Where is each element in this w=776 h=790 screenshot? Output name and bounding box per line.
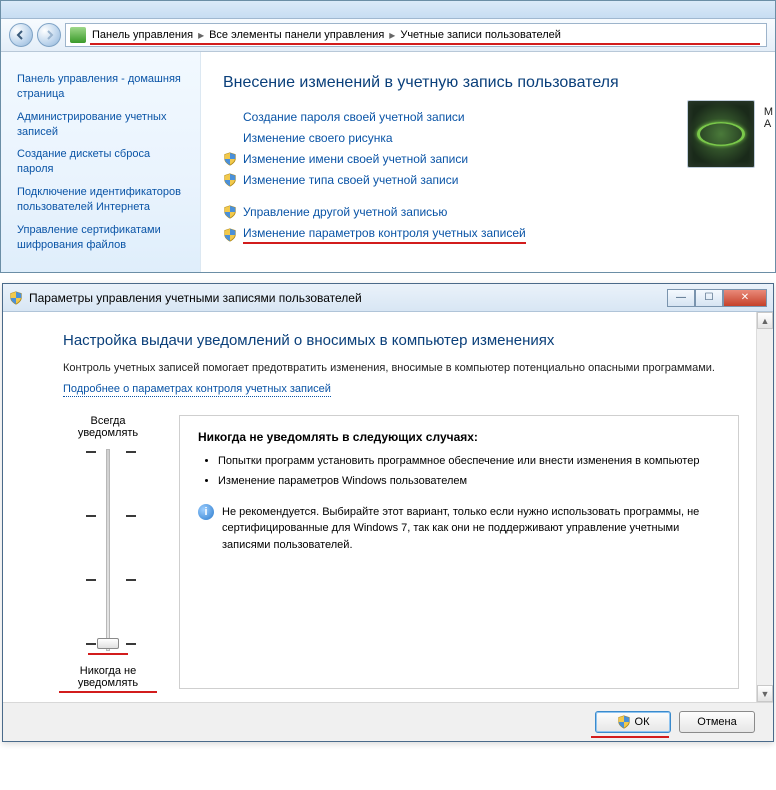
dialog-titlebar[interactable]: Параметры управления учетными записями п… bbox=[3, 284, 773, 312]
annotation-underline bbox=[90, 43, 760, 45]
chevron-right-icon: ▸ bbox=[386, 28, 398, 42]
cancel-label: Отмена bbox=[697, 716, 736, 728]
ok-button[interactable]: ОК bbox=[595, 711, 671, 733]
sidebar-link[interactable]: Администрирование учетных записей bbox=[17, 110, 188, 140]
shield-icon bbox=[223, 173, 237, 187]
breadcrumb[interactable]: Панель управления ▸ Все элементы панели … bbox=[65, 23, 767, 47]
sidebar-link[interactable]: Управление сертификатами шифрования файл… bbox=[17, 223, 188, 253]
cancel-button[interactable]: Отмена bbox=[679, 711, 755, 733]
action-link[interactable]: Изменение своего рисунка bbox=[243, 131, 393, 145]
slider-detail-box: Никогда не уведомлять в следующих случая… bbox=[179, 415, 739, 689]
sidebar: Панель управления - домашняя страница Ад… bbox=[1, 52, 201, 272]
dialog-description: Контроль учетных записей помогает предот… bbox=[63, 361, 739, 376]
ok-label: ОК bbox=[635, 716, 650, 728]
page-title: Внесение изменений в учетную запись поль… bbox=[223, 74, 753, 92]
info-icon: i bbox=[198, 504, 214, 520]
control-panel-window: Панель управления ▸ Все элементы панели … bbox=[0, 0, 776, 273]
forward-button[interactable] bbox=[37, 23, 61, 47]
action-link[interactable]: Изменение имени своей учетной записи bbox=[243, 152, 468, 166]
dialog-footer: ОК Отмена bbox=[3, 702, 773, 741]
maximize-button[interactable]: ☐ bbox=[695, 289, 723, 307]
shield-icon bbox=[223, 152, 237, 166]
nav-bar: Панель управления ▸ Все элементы панели … bbox=[1, 19, 775, 52]
chevron-right-icon: ▸ bbox=[195, 28, 207, 42]
uac-dialog: Параметры управления учетными записями п… bbox=[2, 283, 774, 742]
back-button[interactable] bbox=[9, 23, 33, 47]
action-link[interactable]: Управление другой учетной записью bbox=[243, 205, 447, 219]
dialog-title: Параметры управления учетными записями п… bbox=[29, 291, 667, 305]
scroll-up-icon[interactable]: ▲ bbox=[757, 312, 773, 329]
detail-heading: Никогда не уведомлять в следующих случая… bbox=[198, 430, 720, 444]
annotation-underline bbox=[591, 736, 669, 738]
breadcrumb-item[interactable]: Панель управления bbox=[90, 29, 195, 41]
slider-label-min: Никогда не уведомлять bbox=[63, 665, 153, 689]
action-link[interactable]: Изменение типа своей учетной записи bbox=[243, 173, 458, 187]
uac-settings-link[interactable]: Изменение параметров контроля учетных за… bbox=[243, 226, 526, 244]
main-pane: Внесение изменений в учетную запись поль… bbox=[201, 52, 775, 272]
detail-bullet: Попытки программ установить программное … bbox=[218, 454, 720, 469]
scroll-down-icon[interactable]: ▼ bbox=[757, 685, 773, 702]
avatar-role: А bbox=[764, 118, 773, 130]
breadcrumb-item[interactable]: Учетные записи пользователей bbox=[398, 29, 563, 41]
avatar-name: М bbox=[764, 106, 773, 118]
shield-icon bbox=[9, 291, 23, 305]
breadcrumb-item[interactable]: Все элементы панели управления bbox=[207, 29, 386, 41]
control-panel-icon bbox=[70, 27, 86, 43]
annotation-underline bbox=[59, 691, 157, 693]
window-titlebar[interactable] bbox=[1, 1, 775, 19]
sidebar-home-link[interactable]: Панель управления - домашняя страница bbox=[17, 72, 188, 102]
info-text: Не рекомендуется. Выбирайте этот вариант… bbox=[222, 504, 720, 554]
shield-icon bbox=[223, 205, 237, 219]
slider-thumb[interactable] bbox=[97, 638, 119, 649]
sidebar-link[interactable]: Создание дискеты сброса пароля bbox=[17, 147, 188, 177]
scrollbar[interactable]: ▲ ▼ bbox=[756, 312, 773, 702]
shield-icon bbox=[223, 228, 237, 242]
avatar-labels: М А bbox=[764, 106, 773, 130]
slider-label-max: Всегда уведомлять bbox=[63, 415, 153, 439]
more-info-link[interactable]: Подробнее о параметрах контроля учетных … bbox=[63, 383, 331, 397]
user-avatar bbox=[687, 100, 755, 168]
close-button[interactable]: ✕ bbox=[723, 289, 767, 307]
uac-slider[interactable] bbox=[78, 445, 138, 655]
detail-bullet: Изменение параметров Windows пользовател… bbox=[218, 474, 720, 489]
minimize-button[interactable]: — bbox=[667, 289, 695, 307]
action-link[interactable]: Создание пароля своей учетной записи bbox=[243, 110, 465, 124]
shield-icon bbox=[617, 715, 631, 729]
dialog-heading: Настройка выдачи уведомлений о вносимых … bbox=[63, 332, 739, 349]
sidebar-link[interactable]: Подключение идентификаторов пользователе… bbox=[17, 185, 188, 215]
annotation-underline bbox=[88, 653, 128, 655]
